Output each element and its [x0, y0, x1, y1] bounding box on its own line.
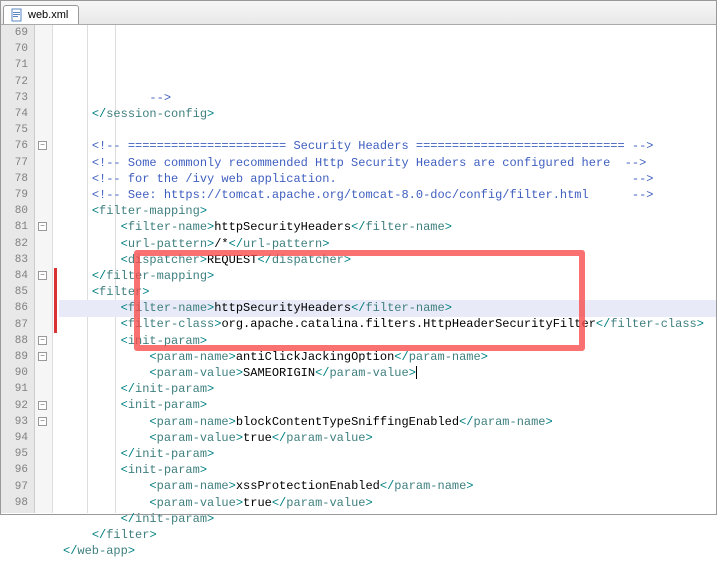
- code-line[interactable]: <!-- for the /ivy web application. -->: [63, 171, 716, 187]
- code-line[interactable]: </init-param>: [63, 446, 716, 462]
- code-line[interactable]: <filter-name>httpSecurityHeaders</filter…: [63, 219, 716, 235]
- code-line[interactable]: <param-name>blockContentTypeSniffingEnab…: [63, 414, 716, 430]
- code-line[interactable]: </init-param>: [63, 511, 716, 527]
- code-line[interactable]: </filter-mapping>: [63, 268, 716, 284]
- tab-bar: web.xml: [1, 1, 716, 25]
- line-number: 91: [9, 381, 28, 397]
- code-line[interactable]: <filter-name>httpSecurityHeaders</filter…: [63, 300, 716, 316]
- code-line[interactable]: </session-config>: [63, 106, 716, 122]
- line-number: 87: [9, 317, 28, 333]
- line-number: 94: [9, 430, 28, 446]
- editor[interactable]: 6970717273747576777879808182838485868788…: [1, 25, 716, 513]
- fold-collapse-icon[interactable]: −: [38, 141, 47, 150]
- line-number: 98: [9, 495, 28, 511]
- line-number: 72: [9, 74, 28, 90]
- line-number: 85: [9, 284, 28, 300]
- line-number: 84: [9, 268, 28, 284]
- code-line[interactable]: </filter>: [63, 527, 716, 543]
- line-number: 83: [9, 252, 28, 268]
- code-line[interactable]: </web-app>: [63, 543, 716, 559]
- line-number: 69: [9, 25, 28, 41]
- code-line[interactable]: <init-param>: [63, 333, 716, 349]
- code-line[interactable]: <param-name>xssProtectionEnabled</param-…: [63, 478, 716, 494]
- line-number: 80: [9, 203, 28, 219]
- file-icon: [10, 8, 24, 22]
- line-number: 76: [9, 138, 28, 154]
- fold-column[interactable]: − − − − − − −: [35, 25, 53, 513]
- line-number-gutter: 6970717273747576777879808182838485868788…: [1, 25, 35, 513]
- code-line[interactable]: <filter>: [63, 284, 716, 300]
- code-line[interactable]: [63, 559, 716, 575]
- code-line[interactable]: </init-param>: [63, 381, 716, 397]
- change-marker: [54, 268, 57, 333]
- line-number: 79: [9, 187, 28, 203]
- line-number: 92: [9, 398, 28, 414]
- text-caret: [416, 366, 417, 379]
- fold-collapse-icon[interactable]: −: [38, 401, 47, 410]
- line-number: 81: [9, 219, 28, 235]
- line-number: 71: [9, 57, 28, 73]
- line-number: 88: [9, 333, 28, 349]
- code-line[interactable]: <!-- Some commonly recommended Http Secu…: [63, 155, 716, 171]
- tab-webxml[interactable]: web.xml: [3, 5, 79, 24]
- line-number: 89: [9, 349, 28, 365]
- code-line[interactable]: <param-value>true</param-value>: [63, 430, 716, 446]
- line-number: 97: [9, 479, 28, 495]
- line-number: 86: [9, 300, 28, 316]
- line-number: 96: [9, 462, 28, 478]
- code-line[interactable]: <init-param>: [63, 462, 716, 478]
- code-line[interactable]: [63, 122, 716, 138]
- line-number: 74: [9, 106, 28, 122]
- fold-collapse-icon[interactable]: −: [38, 417, 47, 426]
- code-line[interactable]: <param-value>true</param-value>: [63, 495, 716, 511]
- code-line[interactable]: -->: [63, 90, 716, 106]
- code-line[interactable]: <!-- ====================== Security Hea…: [63, 138, 716, 154]
- fold-collapse-icon[interactable]: −: [38, 336, 47, 345]
- code-line[interactable]: <filter-class>org.apache.catalina.filter…: [63, 316, 716, 332]
- code-line[interactable]: <param-name>antiClickJackingOption</para…: [63, 349, 716, 365]
- fold-collapse-icon[interactable]: −: [38, 222, 47, 231]
- code-line[interactable]: <param-value>SAMEORIGIN</param-value>: [63, 365, 716, 381]
- line-number: 95: [9, 446, 28, 462]
- line-number: 73: [9, 90, 28, 106]
- line-number: 75: [9, 122, 28, 138]
- code-line[interactable]: <!-- See: https://tomcat.apache.org/tomc…: [63, 187, 716, 203]
- line-number: 82: [9, 236, 28, 252]
- code-line[interactable]: <url-pattern>/*</url-pattern>: [63, 236, 716, 252]
- line-number: 90: [9, 365, 28, 381]
- tab-title: web.xml: [28, 9, 68, 21]
- code-line[interactable]: <dispatcher>REQUEST</dispatcher>: [63, 252, 716, 268]
- code-line[interactable]: <init-param>: [63, 397, 716, 413]
- line-number: 77: [9, 155, 28, 171]
- line-number: 70: [9, 41, 28, 57]
- line-number: 78: [9, 171, 28, 187]
- code-area[interactable]: --> </session-config> <!-- =============…: [59, 25, 716, 513]
- fold-collapse-icon[interactable]: −: [38, 352, 47, 361]
- fold-collapse-icon[interactable]: −: [38, 271, 47, 280]
- code-line[interactable]: <filter-mapping>: [63, 203, 716, 219]
- line-number: 93: [9, 414, 28, 430]
